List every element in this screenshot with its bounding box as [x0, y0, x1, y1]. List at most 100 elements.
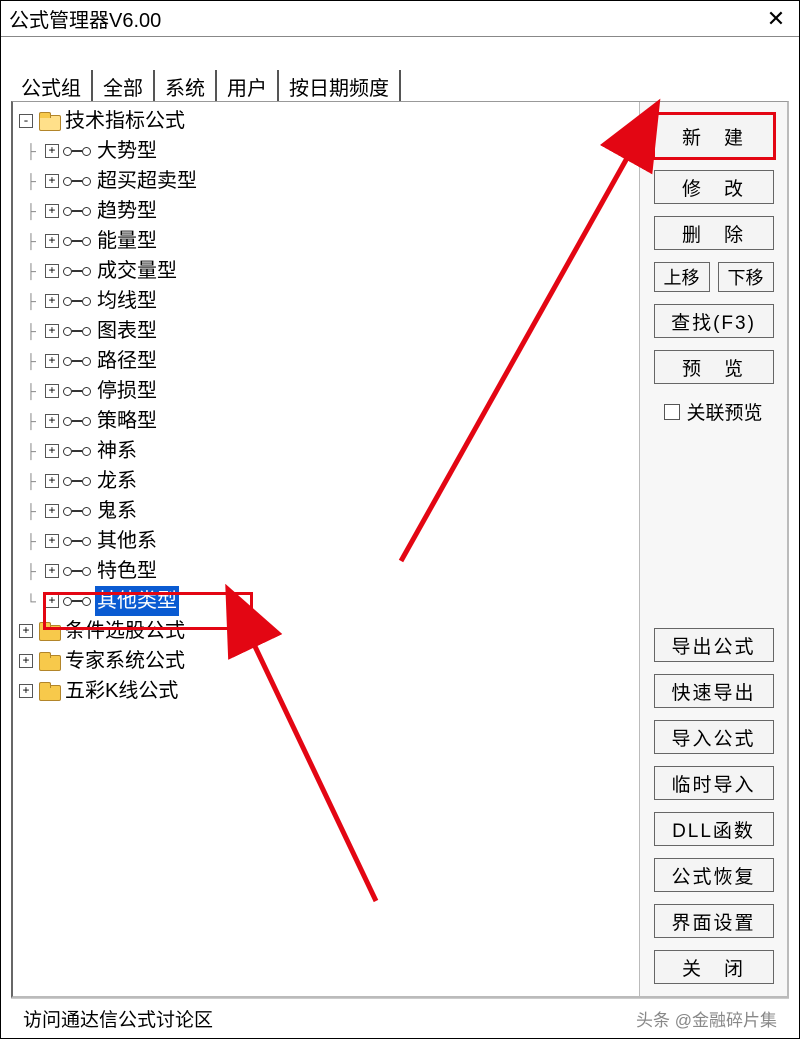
expand-icon[interactable]: +: [45, 204, 59, 218]
link-icon: [63, 297, 91, 306]
expand-icon[interactable]: +: [45, 234, 59, 248]
tree-child[interactable]: ├+成交量型: [15, 256, 637, 286]
link-icon: [63, 237, 91, 246]
forum-link[interactable]: 访问通达信公式讨论区: [23, 1005, 213, 1032]
close-icon[interactable]: ✕: [761, 6, 791, 32]
restore-button[interactable]: 公式恢复: [654, 858, 774, 892]
tab-user[interactable]: 用户: [217, 70, 279, 101]
ui-settings-button[interactable]: 界面设置: [654, 904, 774, 938]
tree-child[interactable]: ├+图表型: [15, 316, 637, 346]
tree-child[interactable]: ├+鬼系: [15, 496, 637, 526]
expand-icon[interactable]: +: [19, 684, 33, 698]
tree-child[interactable]: ├ + 能量型: [15, 226, 637, 256]
tab-by-date[interactable]: 按日期频度: [279, 70, 401, 101]
dll-button[interactable]: DLL函数: [654, 812, 774, 846]
formula-manager-window: 公式管理器V6.00 ✕ 公式组 全部 系统 用户 按日期频度 - 技术指标公式: [0, 0, 800, 1039]
link-icon: [63, 207, 91, 216]
quick-export-button[interactable]: 快速导出: [654, 674, 774, 708]
move-up-button[interactable]: 上移: [654, 262, 710, 292]
tree-child[interactable]: ├+均线型: [15, 286, 637, 316]
tree-child[interactable]: ├ + 停损型: [15, 376, 637, 406]
expand-icon[interactable]: +: [45, 384, 59, 398]
expand-icon[interactable]: +: [45, 294, 59, 308]
tree-label: 图表型: [95, 316, 159, 346]
tree-label: 特色型: [95, 556, 159, 586]
footer: 访问通达信公式讨论区 头条 @金融碎片集: [11, 998, 789, 1038]
tree-root-condition[interactable]: + 条件选股公式: [15, 616, 637, 646]
new-button[interactable]: 新 建: [654, 114, 774, 158]
titlebar: 公式管理器V6.00 ✕: [1, 1, 799, 37]
expand-icon[interactable]: +: [45, 174, 59, 188]
tree-label: 停损型: [95, 376, 159, 406]
tree-child[interactable]: ├ + 龙系: [15, 466, 637, 496]
folder-open-icon: [39, 113, 59, 129]
tree-root-expert[interactable]: + 专家系统公式: [15, 646, 637, 676]
expand-icon[interactable]: +: [45, 354, 59, 368]
temp-import-button[interactable]: 临时导入: [654, 766, 774, 800]
expand-icon[interactable]: +: [45, 534, 59, 548]
expand-icon[interactable]: +: [45, 594, 59, 608]
tree-branch-icon: ├: [21, 136, 41, 166]
expand-icon[interactable]: +: [45, 474, 59, 488]
link-icon: [63, 447, 91, 456]
tree-child[interactable]: ├+大势型: [15, 136, 637, 166]
main-area: - 技术指标公式 ├+大势型├+超买超卖型├+趋势型├+能量型├+成交量型├+均…: [11, 101, 789, 998]
tree-branch-icon: ├: [21, 466, 41, 496]
link-icon: [63, 477, 91, 486]
move-down-button[interactable]: 下移: [718, 262, 774, 292]
link-preview-checkbox[interactable]: 关联预览: [664, 398, 762, 425]
expand-icon[interactable]: +: [45, 564, 59, 578]
edit-button[interactable]: 修 改: [654, 170, 774, 204]
import-button[interactable]: 导入公式: [654, 720, 774, 754]
tree-branch-icon: ├: [21, 256, 41, 286]
tree-child[interactable]: ├+策略型: [15, 406, 637, 436]
expand-icon[interactable]: +: [19, 654, 33, 668]
tree-label: 其他系: [95, 526, 159, 556]
expand-icon[interactable]: +: [45, 264, 59, 278]
tree-child[interactable]: ├ + 其他系: [15, 526, 637, 556]
tree-root-technical[interactable]: - 技术指标公式: [15, 106, 637, 136]
tree-child[interactable]: ├ + 特色型: [15, 556, 637, 586]
expand-icon[interactable]: +: [45, 324, 59, 338]
export-button[interactable]: 导出公式: [654, 628, 774, 662]
find-button[interactable]: 查找(F3): [654, 304, 774, 338]
tree-child[interactable]: ├+路径型: [15, 346, 637, 376]
tree-branch-icon: ├: [21, 556, 41, 586]
tree-branch-icon: ├: [21, 166, 41, 196]
formula-tree[interactable]: - 技术指标公式 ├+大势型├+超买超卖型├+趋势型├+能量型├+成交量型├+均…: [13, 102, 639, 996]
tree-label: 策略型: [95, 406, 159, 436]
tab-formula-group[interactable]: 公式组: [11, 70, 93, 101]
tree-child[interactable]: ├ + 超买超卖型: [15, 166, 637, 196]
expand-icon[interactable]: +: [45, 414, 59, 428]
tree-root-colorful-kline[interactable]: + 五彩K线公式: [15, 676, 637, 706]
side-panel: 新 建 修 改 删 除 上移 下移 查找(F3) 预 览 关联预览 导出公式 快…: [639, 102, 787, 996]
tree-label: 其他类型: [95, 586, 179, 616]
tab-all[interactable]: 全部: [93, 70, 155, 101]
window-title: 公式管理器V6.00: [9, 4, 161, 33]
tree-branch-icon: ├: [21, 226, 41, 256]
close-button[interactable]: 关 闭: [654, 950, 774, 984]
tree-branch-icon: ├: [21, 346, 41, 376]
tree-child[interactable]: ├+趋势型: [15, 196, 637, 226]
tree-child[interactable]: ├+神系: [15, 436, 637, 466]
tree-child[interactable]: └+其他类型: [15, 586, 637, 616]
expand-icon[interactable]: +: [45, 444, 59, 458]
tab-system[interactable]: 系统: [155, 70, 217, 101]
expand-icon[interactable]: +: [45, 504, 59, 518]
tree-label: 神系: [95, 436, 139, 466]
watermark: 头条 @金融碎片集: [636, 1006, 777, 1031]
tree-label: 超买超卖型: [95, 166, 199, 196]
preview-button[interactable]: 预 览: [654, 350, 774, 384]
expand-icon[interactable]: +: [19, 624, 33, 638]
expand-icon[interactable]: +: [45, 144, 59, 158]
tree-label: 能量型: [95, 226, 159, 256]
tree-label: 龙系: [95, 466, 139, 496]
tree-branch-icon: ├: [21, 376, 41, 406]
folder-icon: [39, 623, 59, 639]
link-icon: [63, 327, 91, 336]
delete-button[interactable]: 删 除: [654, 216, 774, 250]
tree-branch-icon: ├: [21, 526, 41, 556]
tab-bar: 公式组 全部 系统 用户 按日期频度: [11, 71, 789, 101]
collapse-icon[interactable]: -: [19, 114, 33, 128]
link-icon: [63, 267, 91, 276]
